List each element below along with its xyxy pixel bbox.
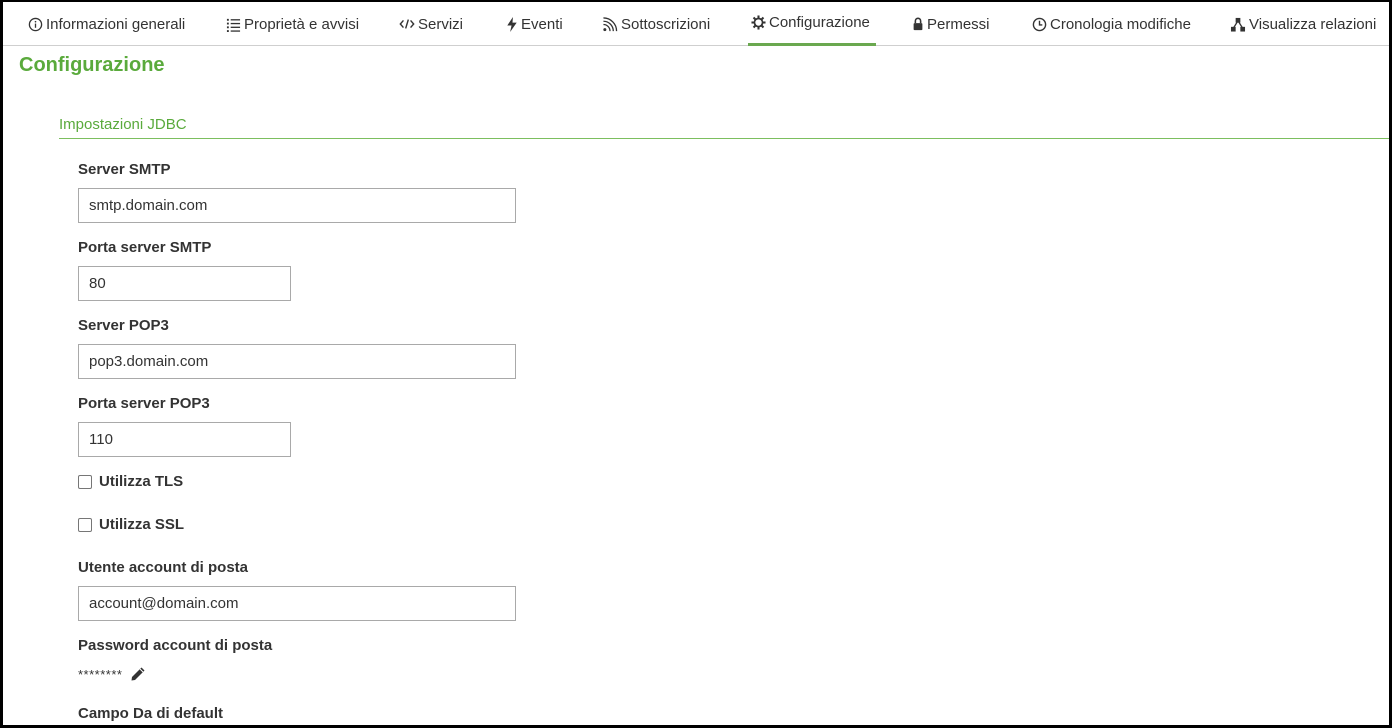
tab-permissions[interactable]: Permessi — [912, 2, 990, 46]
pop3-server-input[interactable] — [78, 344, 516, 379]
pop3-server-label: Server POP3 — [78, 317, 169, 334]
tab-label: Cronologia modifiche — [1050, 15, 1191, 33]
feed-icon — [603, 16, 618, 31]
tab-properties-alerts[interactable]: Proprietà e avvisi — [226, 2, 359, 46]
tab-view-relations[interactable]: Visualizza relazioni — [1230, 2, 1376, 46]
page-title: Configurazione — [19, 54, 165, 76]
smtp-port-input[interactable] — [78, 266, 291, 301]
default-from-label: Campo Da di default — [78, 705, 224, 722]
smtp-port-label: Porta server SMTP — [78, 239, 212, 256]
smtp-server-label: Server SMTP — [78, 161, 171, 178]
tab-label: Permessi — [927, 15, 990, 33]
pencil-icon[interactable] — [130, 666, 146, 682]
lock-icon — [913, 17, 923, 31]
use-ssl-checkbox[interactable] — [78, 517, 92, 532]
tab-label: Proprietà e avvisi — [244, 15, 360, 33]
tab-bar: Informazioni generali Proprietà e avvisi… — [3, 2, 1389, 46]
pop3-port-input[interactable] — [78, 422, 291, 457]
tab-services[interactable]: Servizi — [399, 2, 463, 46]
mail-user-input[interactable] — [78, 586, 516, 621]
code-icon — [399, 19, 415, 29]
mail-password-label: Password account di posta — [78, 637, 273, 654]
list-icon — [226, 18, 241, 32]
tab-label: Visualizza relazioni — [1249, 15, 1377, 33]
tab-change-history[interactable]: Cronologia modifiche — [1032, 2, 1191, 46]
pop3-port-label: Porta server POP3 — [78, 395, 210, 412]
tab-label: Informazioni generali — [46, 15, 186, 33]
tab-label: Servizi — [418, 15, 464, 33]
use-tls-row: Utilizza TLS — [78, 473, 183, 490]
info-icon — [28, 17, 43, 31]
mail-password-mask: ******** — [78, 666, 123, 682]
configuration-window: Informazioni generali Proprietà e avvisi… — [0, 0, 1392, 728]
use-tls-checkbox[interactable] — [78, 474, 92, 489]
section-divider — [59, 138, 1389, 139]
mail-user-label: Utente account di posta — [78, 559, 249, 576]
clock-icon — [1032, 17, 1047, 31]
use-ssl-label: Utilizza SSL — [99, 516, 185, 533]
smtp-server-input[interactable] — [78, 188, 516, 223]
tab-subscriptions[interactable]: Sottoscrizioni — [602, 2, 710, 46]
use-ssl-row: Utilizza SSL — [78, 516, 184, 533]
tab-label: Eventi — [521, 15, 563, 33]
relations-icon — [1230, 17, 1246, 32]
mail-password-row: ******** — [78, 666, 146, 682]
tab-label: Sottoscrizioni — [621, 15, 711, 33]
tab-label: Configurazione — [769, 14, 870, 31]
gear-icon — [751, 15, 766, 30]
section-title: Impostazioni JDBC — [59, 116, 187, 133]
use-tls-label: Utilizza TLS — [99, 473, 184, 490]
tab-general-info[interactable]: Informazioni generali — [28, 2, 185, 46]
tab-events[interactable]: Eventi — [506, 2, 563, 46]
lightning-icon — [507, 16, 517, 32]
tab-configuration[interactable]: Configurazione — [748, 2, 876, 46]
